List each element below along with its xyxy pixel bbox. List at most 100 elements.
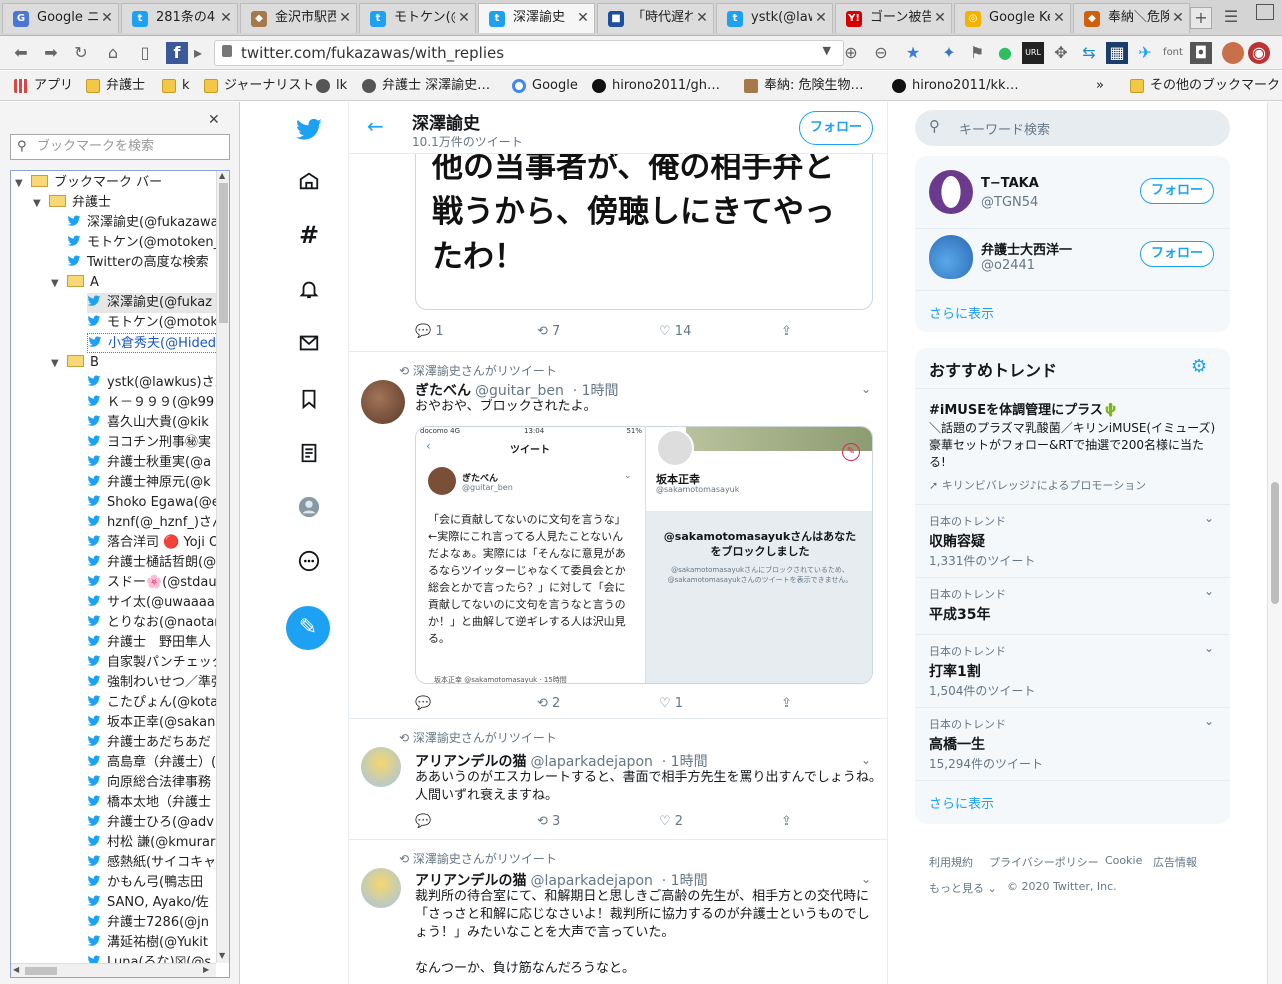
- like-button[interactable]: ♡ 1: [659, 696, 683, 711]
- header-follow-button[interactable]: フォロー: [799, 111, 873, 145]
- bookmarks-nav-icon[interactable]: [298, 388, 320, 410]
- browser-tab[interactable]: Y! ゴーン被告 ✕: [835, 3, 952, 33]
- expand-arrow-icon[interactable]: ▼: [15, 174, 27, 194]
- twitter-ext-icon[interactable]: ✈: [1134, 42, 1156, 64]
- bookmark-item[interactable]: 溝延祐樹(@Yukit: [87, 933, 208, 953]
- bookmark-lk[interactable]: lk: [316, 76, 347, 96]
- back-icon[interactable]: ⬅: [10, 42, 32, 64]
- bookmark-folder[interactable]: ▼ B: [51, 353, 99, 373]
- bookmark-item[interactable]: サイ太(@uwaaaa): [87, 593, 220, 613]
- bookmark-item[interactable]: 橋本太地（弁護士: [87, 793, 211, 813]
- bookmark-github-kk[interactable]: hirono2011/kk…: [892, 76, 1019, 96]
- extension-icon-3[interactable]: ✥: [1050, 42, 1072, 64]
- bookmark-item[interactable]: 強制わいせつ／準強: [87, 673, 224, 693]
- bookmark-item[interactable]: ystk(@lawkus)さん: [87, 373, 228, 393]
- tab-list-icon[interactable]: ☰: [1220, 6, 1242, 28]
- retweet-button[interactable]: ⟲ 7: [537, 324, 560, 339]
- reply-button[interactable]: 💬: [415, 814, 431, 829]
- back-arrow-icon[interactable]: ←: [367, 114, 384, 138]
- show-more-link[interactable]: さらに表示: [915, 780, 1230, 824]
- tweet-menu-chevron-icon[interactable]: ⌄: [861, 872, 871, 886]
- url-extension-icon[interactable]: URL: [1022, 42, 1044, 64]
- facebook-icon[interactable]: f: [166, 42, 188, 64]
- extension-icon-2[interactable]: ⚑: [966, 42, 988, 64]
- bookmark-item[interactable]: 弁護士樋話哲朗(@: [87, 553, 216, 573]
- bookmark-item[interactable]: 感熱紙(サイコキャ: [87, 853, 216, 873]
- browser-tab[interactable]: G Google ニ ✕: [2, 3, 119, 33]
- avatar[interactable]: [361, 868, 401, 908]
- user-row[interactable]: T−TAKA @TGN54 フォロー: [915, 166, 1230, 222]
- bookmark-folder-journalist[interactable]: ジャーナリスト: [204, 76, 314, 96]
- tab-close-icon[interactable]: ✕: [576, 4, 590, 32]
- scroll-left-icon[interactable]: ◀: [13, 965, 19, 974]
- tweet-author[interactable]: アリアンデルの猫 @laparkadejapon · 1時間: [415, 870, 708, 890]
- bookmark-search-input[interactable]: ⚲ ブックマークを検索: [10, 134, 230, 160]
- bookmark-folder-other[interactable]: その他のブックマーク: [1130, 76, 1280, 96]
- footer-more-link[interactable]: もっと見る ⌄: [929, 880, 997, 896]
- zoom-out-icon[interactable]: ⊖: [870, 42, 892, 64]
- bookmark-item[interactable]: 喜久山大貴(@kik: [87, 413, 209, 433]
- close-sidebar-icon[interactable]: ✕: [208, 112, 220, 128]
- tab-close-icon[interactable]: ✕: [695, 4, 709, 32]
- bookmark-item[interactable]: 高島章（弁護士）(@: [87, 753, 229, 773]
- bookmarks-overflow-icon[interactable]: »: [1096, 76, 1104, 96]
- bookmark-item[interactable]: モトケン(@motok: [87, 313, 218, 333]
- bookmark-github-gh[interactable]: hirono2011/gh…: [592, 76, 720, 96]
- tweet-author[interactable]: アリアンデルの猫 @laparkadejapon · 1時間: [415, 751, 708, 771]
- window-restore-icon[interactable]: [1256, 4, 1274, 20]
- bookmark-folder-k[interactable]: k: [162, 76, 190, 96]
- bookmark-star-icon[interactable]: ★: [902, 42, 924, 64]
- lists-nav-icon[interactable]: [298, 442, 320, 464]
- page-scrollbar-thumb[interactable]: [1271, 482, 1279, 604]
- bookmark-item[interactable]: 弁護士あだちあだ: [87, 733, 211, 753]
- tweet-menu-chevron-icon[interactable]: ⌄: [861, 382, 871, 396]
- retweet-button[interactable]: ⟲ 2: [537, 696, 560, 711]
- bookmark-item[interactable]: 弁護士ひろ(@adv: [87, 813, 214, 833]
- tab-close-icon[interactable]: ✕: [1052, 4, 1066, 32]
- chevron-down-icon[interactable]: ⌄: [1204, 584, 1214, 598]
- forward-icon[interactable]: ➡: [40, 42, 62, 64]
- tweet-image[interactable]: 他の当事者が、俺の相手弁と 戦うから、傍聴しにきてやっ たわ！: [415, 144, 873, 310]
- bookmark-item[interactable]: 深澤諭史(@fukaz: [87, 293, 228, 313]
- share-icon[interactable]: ⇪: [781, 814, 792, 829]
- avatar[interactable]: [361, 747, 401, 787]
- browser-tab[interactable]: t 281条の4 ✕: [121, 3, 238, 33]
- reply-button[interactable]: 💬: [415, 696, 431, 711]
- like-button[interactable]: ♡ 2: [659, 814, 683, 829]
- browser-tab[interactable]: t ystk(@law ✕: [716, 3, 833, 33]
- tweet-author[interactable]: ぎたべん @guitar_ben · 1時間: [415, 380, 619, 400]
- tweet-image[interactable]: docomo 4G 13:04 51% ‹ ツイート ぎたべん @guitar_…: [415, 426, 873, 684]
- reply-button[interactable]: 💬 1: [415, 324, 444, 339]
- profile-avatar-icon[interactable]: [1222, 42, 1244, 64]
- show-more-link[interactable]: さらに表示: [915, 290, 1230, 332]
- bookmark-item[interactable]: 落合洋司 🔴 Yoji O: [87, 533, 219, 553]
- trends-settings-gear-icon[interactable]: ⚙: [1191, 356, 1207, 377]
- follow-button[interactable]: フォロー: [1140, 178, 1214, 204]
- bookmark-item[interactable]: Shoko Egawa(@e: [87, 493, 220, 513]
- address-bar[interactable]: twitter.com/fukazawas/with_replies ▼: [214, 40, 844, 66]
- expand-arrow-icon[interactable]: ▼: [33, 194, 45, 214]
- chevron-down-icon[interactable]: ⌄: [1204, 641, 1214, 655]
- url-dropdown-icon[interactable]: ▼: [823, 44, 831, 57]
- explore-hash-icon[interactable]: #: [298, 223, 320, 247]
- evernote-icon[interactable]: ●: [994, 42, 1016, 64]
- bookmark-item[interactable]: 自家製パンチェッタ: [87, 653, 225, 673]
- tab-close-icon[interactable]: ✕: [100, 4, 114, 32]
- more-nav-icon[interactable]: [298, 550, 320, 572]
- twitter-logo-icon[interactable]: [295, 116, 323, 144]
- bookmark-item[interactable]: 向原総合法律事務: [87, 773, 211, 793]
- bookmark-item[interactable]: Twitterの高度な検索: [67, 253, 209, 273]
- user-row[interactable]: 弁護士大西洋一 @o2441 フォロー: [915, 228, 1230, 284]
- notifications-bell-icon[interactable]: [298, 278, 320, 300]
- tab-close-icon[interactable]: ✕: [933, 4, 947, 32]
- tweet-item[interactable]: ⟲ 深澤諭史さんがリツイート アリアンデルの猫 @laparkadejapon ·…: [349, 719, 887, 840]
- page-scrollbar[interactable]: [1267, 102, 1282, 984]
- new-tab-button[interactable]: +: [1190, 7, 1212, 29]
- bookmark-item[interactable]: SANO, Ayako/佐: [87, 893, 209, 913]
- tab-close-icon[interactable]: ✕: [338, 4, 352, 32]
- footer-ads-link[interactable]: 広告情報: [1153, 854, 1197, 870]
- scroll-down-icon[interactable]: ▼: [219, 951, 225, 960]
- trend-item[interactable]: 日本のトレンド ⌄ 平成35年: [915, 577, 1230, 634]
- overflow-arrow-icon[interactable]: ▸: [192, 42, 204, 64]
- reload-icon[interactable]: ↻: [70, 42, 92, 64]
